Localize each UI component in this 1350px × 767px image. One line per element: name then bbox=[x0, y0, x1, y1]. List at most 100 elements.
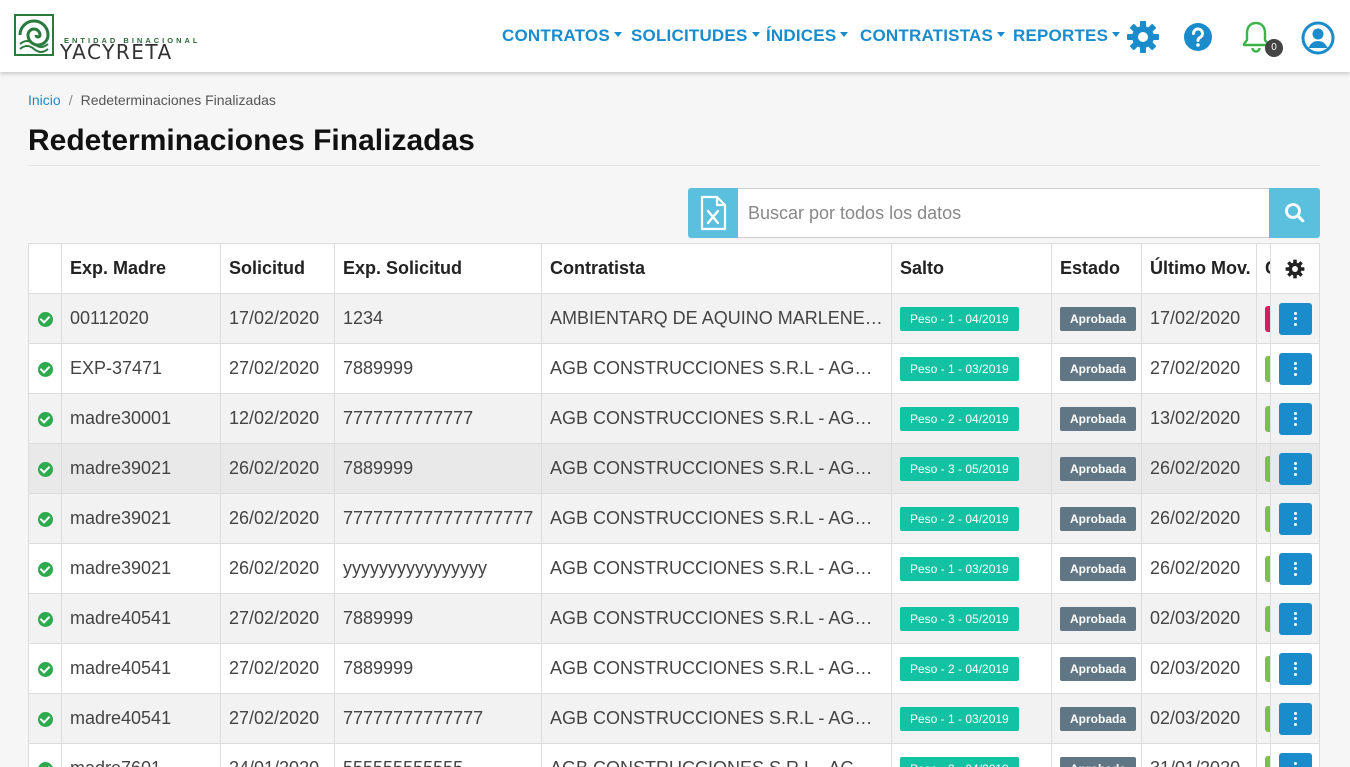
cell-contratista: AGB CONSTRUCCIONES S.R.L - AGB CO... bbox=[541, 593, 892, 644]
status-cell bbox=[28, 343, 62, 394]
nav-label: REPORTES bbox=[1013, 26, 1109, 45]
cell-exp-madre: madre40541 bbox=[61, 693, 221, 744]
table-row[interactable]: madre40541 27/02/2020 7889999 AGB CONSTRUCC… bbox=[28, 593, 1320, 644]
table-row[interactable]: madre760124/01/2020555555555555AGB CONST… bbox=[28, 743, 1320, 767]
cell-ultimo-mov: 26/02/2020 bbox=[1141, 493, 1257, 544]
extra-status-badge bbox=[1265, 705, 1270, 732]
title-divider bbox=[28, 165, 1320, 166]
salto-badge: Peso - 2 - 04/2019 bbox=[900, 406, 1019, 431]
table-row[interactable]: madre40541 27/02/2020 7889999 AGB CONSTRUCC… bbox=[28, 643, 1320, 694]
cell-ultimo-mov: 17/02/2020 bbox=[1141, 293, 1257, 344]
table-row[interactable]: 00112020 17/02/2020 1234 AMBIENTARQ DE AQUI… bbox=[28, 293, 1320, 344]
cell-actions bbox=[1270, 643, 1320, 694]
cell-estado: Aprobada bbox=[1051, 343, 1142, 394]
cell-salto: Peso - 2 - 04/2019 bbox=[891, 643, 1052, 694]
row-actions-button[interactable] bbox=[1278, 702, 1312, 735]
cell-actions bbox=[1270, 743, 1320, 767]
cell-salto: Peso - 3 - 05/2019 bbox=[891, 443, 1052, 494]
nav-label: ÍNDICES bbox=[766, 26, 837, 45]
cell-extra bbox=[1256, 643, 1271, 694]
nav-contratos[interactable]: CONTRATOS bbox=[502, 26, 622, 46]
header-salto[interactable]: Salto bbox=[891, 243, 1052, 294]
row-actions-button[interactable] bbox=[1278, 552, 1312, 585]
gear-icon[interactable] bbox=[1126, 20, 1160, 54]
table-row[interactable]: madre40541 27/02/2020 77777777777777 AGB CO… bbox=[28, 693, 1320, 744]
row-actions-button[interactable] bbox=[1278, 352, 1312, 385]
export-excel-button[interactable] bbox=[688, 188, 738, 238]
row-actions-button[interactable] bbox=[1278, 302, 1312, 335]
cell-exp-madre: EXP-37471 bbox=[61, 343, 221, 394]
extra-status-badge bbox=[1265, 655, 1270, 682]
check-circle-icon bbox=[37, 761, 53, 767]
search-input[interactable] bbox=[738, 188, 1269, 238]
status-badge: Aprobada bbox=[1060, 456, 1137, 481]
salto-badge: Peso - 1 - 03/2019 bbox=[900, 706, 1019, 731]
cell-extra bbox=[1256, 343, 1271, 394]
cell-salto: Peso - 2 - 04/2019 bbox=[891, 743, 1052, 767]
header-estado[interactable]: Estado bbox=[1051, 243, 1142, 294]
table-row[interactable]: madre30001 12/02/2020 7777777777777 AGB CON… bbox=[28, 393, 1320, 444]
table-row[interactable]: madre39021 26/02/2020 7777777777777777777 A… bbox=[28, 493, 1320, 544]
cell-exp-madre: madre40541 bbox=[61, 593, 221, 644]
breadcrumb-home-link[interactable]: Inicio bbox=[28, 92, 61, 108]
salto-badge: Peso - 2 - 04/2019 bbox=[900, 656, 1019, 681]
check-circle-icon bbox=[37, 711, 53, 727]
cell-ultimo-mov: 26/02/2020 bbox=[1141, 543, 1257, 594]
header-solicitud[interactable]: Solicitud bbox=[220, 243, 335, 294]
cell-ultimo-mov: 26/02/2020 bbox=[1141, 443, 1257, 494]
brand-logo[interactable]: ENTIDAD BINACIONAL YACYRETA bbox=[14, 14, 214, 64]
header-exp-solicitud[interactable]: Exp. Solicitud bbox=[334, 243, 542, 294]
row-actions-button[interactable] bbox=[1278, 652, 1312, 685]
table-row[interactable]: madre39021 26/02/2020 7889999 AGB CONSTRUCC… bbox=[28, 443, 1320, 494]
column-settings-button[interactable] bbox=[1270, 243, 1320, 294]
cell-estado: Aprobada bbox=[1051, 293, 1142, 344]
header-contratista[interactable]: Contratista bbox=[541, 243, 892, 294]
row-actions-button[interactable] bbox=[1278, 452, 1312, 485]
top-navbar: ENTIDAD BINACIONAL YACYRETA CONTRATOS SO… bbox=[0, 0, 1350, 72]
question-icon[interactable] bbox=[1183, 22, 1213, 52]
check-circle-icon bbox=[37, 511, 53, 527]
table-row[interactable]: madre39021 26/02/2020 yyyyyyyyyyyyyyyy AGB … bbox=[28, 543, 1320, 594]
cell-solicitud: 27/02/2020 bbox=[220, 693, 335, 744]
nav-reportes[interactable]: REPORTES bbox=[1013, 26, 1121, 46]
table-row[interactable]: EXP-37471 27/02/2020 7889999 AGB CONSTRUCCI… bbox=[28, 343, 1320, 394]
salto-badge: Peso - 1 - 03/2019 bbox=[900, 356, 1019, 381]
cell-exp-madre: 00112020 bbox=[61, 293, 221, 344]
extra-status-badge bbox=[1265, 455, 1270, 482]
cell-contratista: AMBIENTARQ DE AQUINO MARLENE VI... bbox=[541, 293, 892, 344]
row-actions-button[interactable] bbox=[1278, 502, 1312, 535]
check-circle-icon bbox=[37, 611, 53, 627]
check-circle-icon bbox=[37, 561, 53, 577]
cell-exp-madre: madre39021 bbox=[61, 493, 221, 544]
row-actions-button[interactable] bbox=[1278, 602, 1312, 635]
row-actions-button[interactable] bbox=[1278, 752, 1312, 767]
caret-down-icon bbox=[613, 32, 622, 38]
cell-exp-solicitud: 7889999 bbox=[334, 443, 542, 494]
user-icon[interactable] bbox=[1301, 21, 1335, 55]
header-ultimo-mov[interactable]: Último Mov. bbox=[1141, 243, 1257, 294]
cell-salto: Peso - 2 - 04/2019 bbox=[891, 393, 1052, 444]
extra-status-badge bbox=[1265, 755, 1270, 767]
cell-solicitud: 26/02/2020 bbox=[220, 443, 335, 494]
cell-extra bbox=[1256, 493, 1271, 544]
status-badge: Aprobada bbox=[1060, 506, 1137, 531]
header-extra[interactable]: C bbox=[1256, 243, 1271, 294]
salto-badge: Peso - 3 - 05/2019 bbox=[900, 456, 1019, 481]
cell-extra bbox=[1256, 393, 1271, 444]
cell-salto: Peso - 1 - 03/2019 bbox=[891, 343, 1052, 394]
nav-contratistas[interactable]: CONTRATISTAS bbox=[860, 26, 1006, 46]
cell-ultimo-mov: 02/03/2020 bbox=[1141, 693, 1257, 744]
cell-contratista: AGB CONSTRUCCIONES S.R.L - AGB CO... bbox=[541, 543, 892, 594]
status-badge: Aprobada bbox=[1060, 356, 1137, 381]
header-exp-madre[interactable]: Exp. Madre bbox=[61, 243, 221, 294]
search-button[interactable] bbox=[1269, 188, 1320, 238]
nav-indices[interactable]: ÍNDICES bbox=[766, 26, 849, 46]
cell-actions bbox=[1270, 293, 1320, 344]
cell-extra bbox=[1256, 443, 1271, 494]
status-cell bbox=[28, 693, 62, 744]
row-actions-button[interactable] bbox=[1278, 402, 1312, 435]
nav-solicitudes[interactable]: SOLICITUDES bbox=[631, 26, 760, 46]
header-status bbox=[28, 243, 62, 294]
cell-exp-solicitud: 7889999 bbox=[334, 593, 542, 644]
cell-actions bbox=[1270, 543, 1320, 594]
